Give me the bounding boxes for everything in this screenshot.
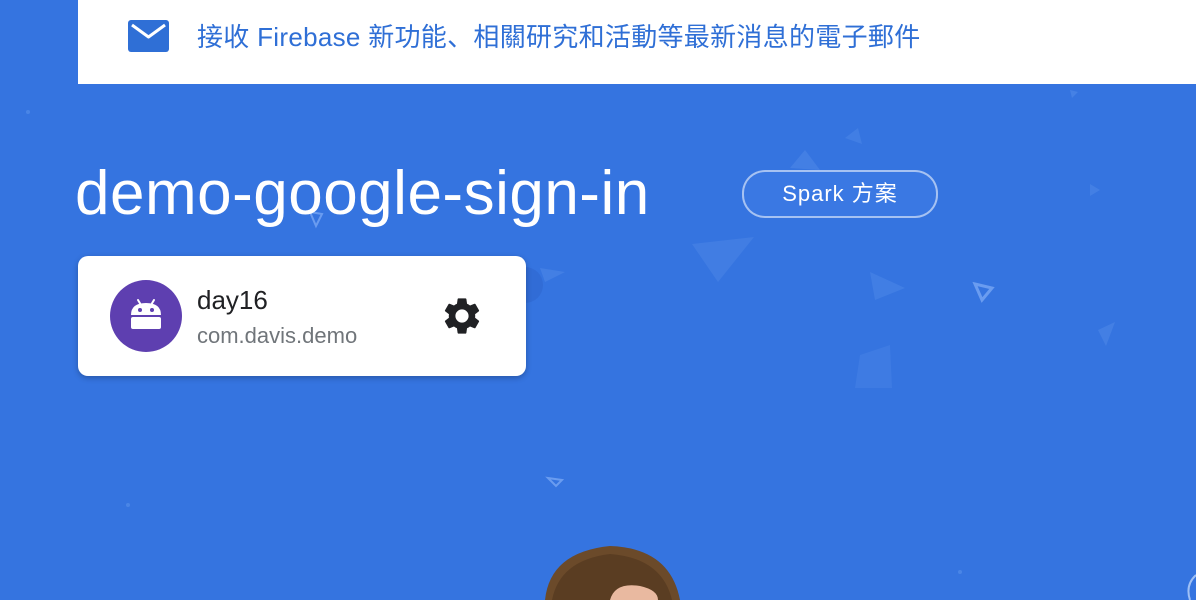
email-signup-banner[interactable]: 接收 Firebase 新功能、相關研究和活動等最新消息的電子郵件 [78, 0, 1196, 84]
character-illustration [545, 546, 680, 600]
banner-text: 接收 Firebase 新功能、相關研究和活動等最新消息的電子郵件 [197, 22, 921, 52]
app-settings-button[interactable] [436, 290, 488, 342]
plan-badge[interactable]: Spark 方案 [742, 170, 938, 218]
mail-icon [128, 20, 169, 52]
app-card[interactable]: day16 com.davis.demo [78, 256, 526, 376]
app-avatar [110, 280, 182, 352]
gear-icon [444, 298, 480, 334]
app-name: day16 [197, 285, 268, 315]
android-icon [131, 299, 161, 329]
project-title: demo-google-sign-in [75, 159, 650, 228]
app-package-name: com.davis.demo [197, 323, 358, 348]
